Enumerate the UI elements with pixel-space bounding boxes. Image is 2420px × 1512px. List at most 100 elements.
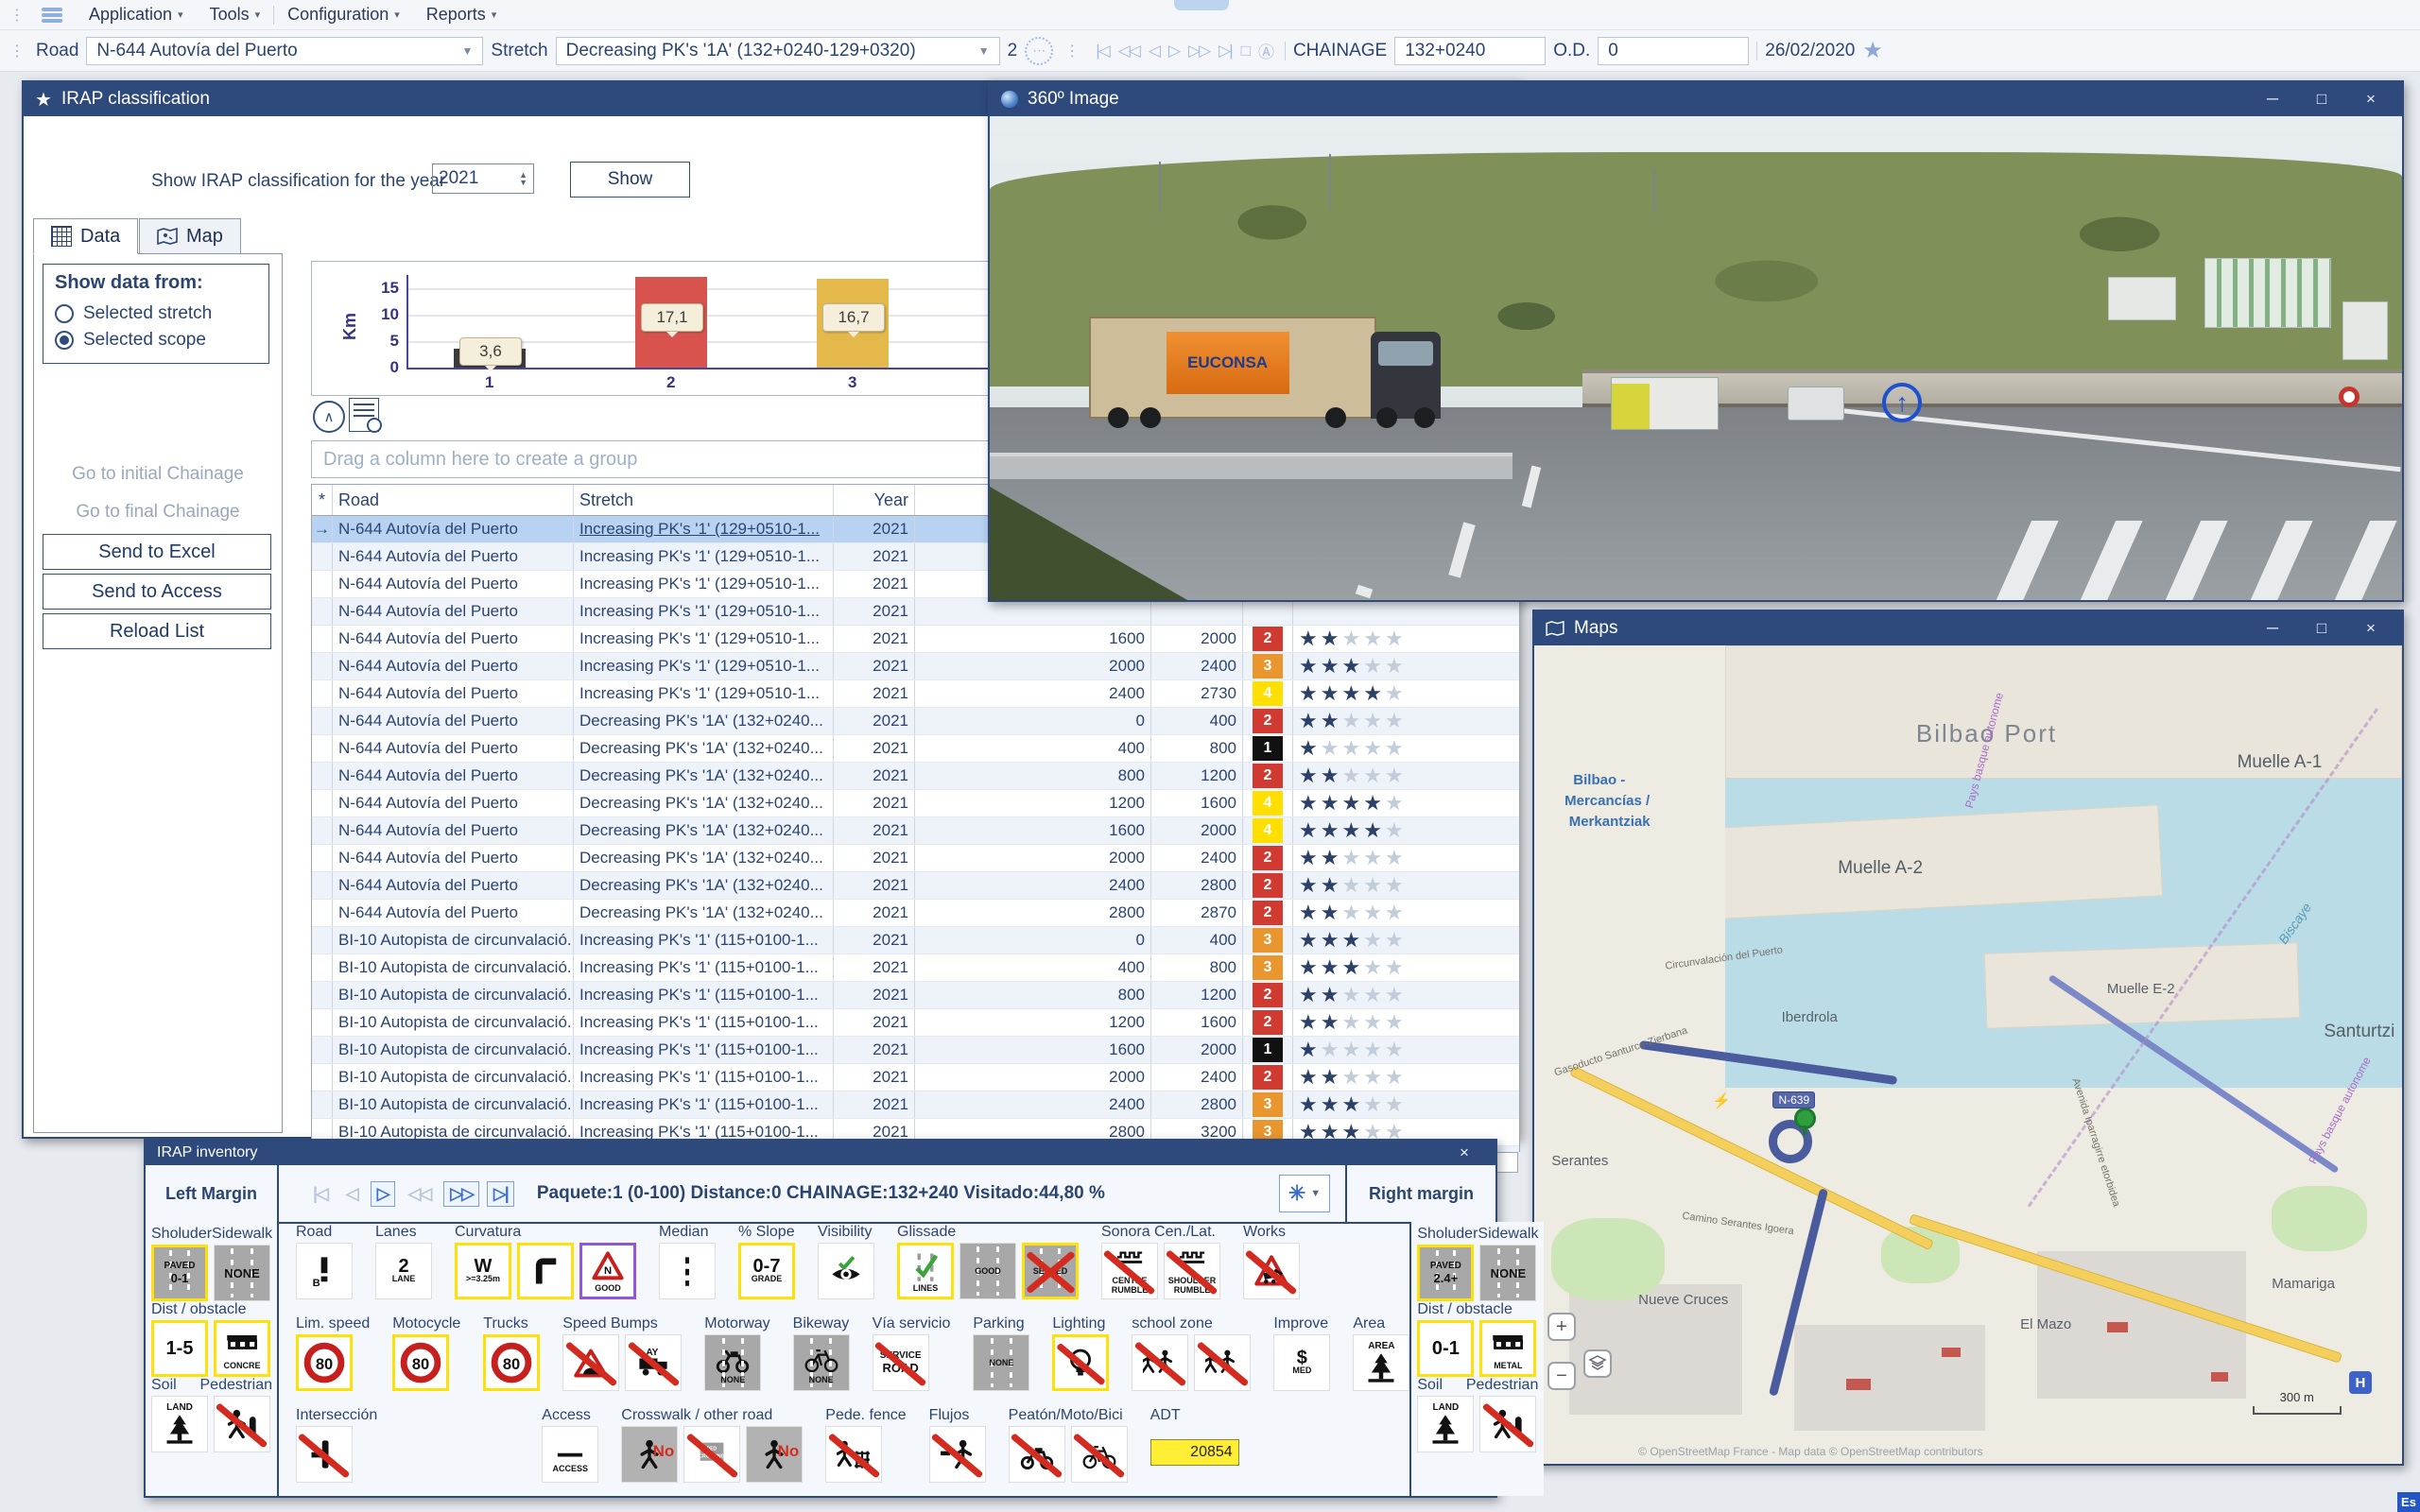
menu-item-tools[interactable]: Tools▾ bbox=[197, 5, 274, 25]
reload-list-button[interactable]: Reload List bbox=[43, 613, 271, 649]
inventory-tile-turn[interactable] bbox=[517, 1243, 574, 1299]
inventory-tile-road[interactable]: GOOD bbox=[959, 1243, 1016, 1299]
inventory-tile-pedfence[interactable] bbox=[825, 1426, 882, 1483]
table-row[interactable]: N-644 Autovía del PuertoDecreasing PK's … bbox=[312, 845, 1519, 872]
column-header-marker[interactable]: * bbox=[312, 485, 333, 515]
inventory-tile-pedg[interactable]: No bbox=[621, 1426, 678, 1483]
close-button[interactable]: × bbox=[2351, 90, 2391, 109]
favorite-star-icon[interactable]: ★ bbox=[1862, 37, 1883, 64]
menu-item-reports[interactable]: Reports▾ bbox=[413, 5, 510, 25]
tab-data[interactable]: Data bbox=[33, 218, 138, 254]
toolbar-nav-icon[interactable]: ▷▷ bbox=[1184, 42, 1214, 60]
table-row[interactable]: BI-10 Autopista de circunvalació...Incre… bbox=[312, 1064, 1519, 1091]
table-row[interactable]: N-644 Autovía del PuertoDecreasing PK's … bbox=[312, 735, 1519, 763]
minimize-button[interactable]: ─ bbox=[2253, 90, 2292, 109]
minimize-button[interactable]: ─ bbox=[2253, 619, 2292, 638]
toolbar-nav-icon[interactable]: ◁◁ bbox=[1114, 42, 1144, 60]
spinner-arrows-icon[interactable]: ▲▼ bbox=[519, 171, 527, 186]
inventory-tile-barrier[interactable]: CONCRE bbox=[214, 1320, 270, 1377]
zoom-out-button[interactable]: − bbox=[1547, 1362, 1576, 1390]
stretch-select[interactable]: Decreasing PK's '1A' (132+0240-129+0320)… bbox=[556, 37, 1000, 65]
top-center-tab[interactable] bbox=[1174, 0, 1229, 10]
layers-button[interactable] bbox=[1583, 1349, 1612, 1378]
inventory-nav-icon[interactable]: ▷ bbox=[371, 1181, 395, 1207]
inventory-tile-2[interactable]: 2LANE bbox=[375, 1243, 432, 1299]
inventory-tile-roadx[interactable]: SEALED bbox=[1022, 1243, 1079, 1299]
table-row[interactable]: N-644 Autovía del PuertoDecreasing PK's … bbox=[312, 872, 1519, 900]
table-row[interactable]: N-644 Autovía del PuertoDecreasing PK's … bbox=[312, 817, 1519, 845]
tab-map[interactable]: Map bbox=[139, 218, 241, 254]
inventory-tile-intersect[interactable] bbox=[296, 1426, 353, 1483]
inventory-tile-barrier[interactable]: METAL bbox=[1479, 1320, 1536, 1377]
menu-item-application[interactable]: Application▾ bbox=[76, 5, 197, 25]
inventory-tile-0-7[interactable]: 0-7GRADE bbox=[738, 1243, 795, 1299]
column-header[interactable]: Year bbox=[834, 485, 915, 515]
table-row[interactable]: N-644 Autovía del PuertoDecreasing PK's … bbox=[312, 900, 1519, 927]
inventory-tile-bike2[interactable]: NONE bbox=[793, 1334, 850, 1391]
inventory-tile-road[interactable]: SERVICEROAD bbox=[873, 1334, 929, 1391]
send-to-access-button[interactable]: Send to Access bbox=[43, 574, 271, 610]
table-row[interactable]: N-644 Autovía del PuertoIncreasing PK's … bbox=[312, 626, 1519, 653]
table-row[interactable]: N-644 Autovía del PuertoDecreasing PK's … bbox=[312, 763, 1519, 790]
inventory-tile-median[interactable] bbox=[659, 1243, 716, 1299]
inventory-tile-lines[interactable]: LINES bbox=[897, 1243, 954, 1299]
adt-input[interactable]: 20854 bbox=[1150, 1439, 1239, 1466]
inventory-tile-warnN[interactable]: NGOOD bbox=[579, 1243, 636, 1299]
radio-selected-scope[interactable]: Selected scope bbox=[55, 330, 268, 351]
close-button[interactable]: × bbox=[2351, 619, 2391, 638]
inventory-tile-road[interactable]: PAVED0-1 bbox=[151, 1245, 208, 1301]
inventory-tile-tree[interactable]: LAND bbox=[151, 1396, 208, 1452]
send-to-excel-button[interactable]: Send to Excel bbox=[43, 534, 271, 570]
table-row[interactable]: N-644 Autovía del PuertoDecreasing PK's … bbox=[312, 708, 1519, 735]
inventory-tile-s80[interactable]: 80 bbox=[392, 1334, 449, 1391]
radio-selected-stretch[interactable]: Selected stretch bbox=[55, 303, 268, 324]
inventory-tile-$[interactable]: $MED bbox=[1273, 1334, 1330, 1391]
toolbar-nav-icon[interactable]: ▷| bbox=[1214, 42, 1236, 60]
window-titlebar[interactable]: 360º Image ─ □ × bbox=[990, 82, 2402, 116]
inventory-tile-roadB[interactable]: B bbox=[296, 1243, 353, 1299]
go-initial-chainage-link[interactable]: Go to initial Chainage bbox=[34, 464, 282, 485]
inventory-tile-rumble[interactable]: CENTRE RUMBLE bbox=[1101, 1243, 1158, 1299]
table-row[interactable]: N-644 Autovía del PuertoIncreasing PK's … bbox=[312, 680, 1519, 708]
inventory-nav-icon[interactable]: ▷▷ bbox=[443, 1181, 479, 1207]
inventory-tile-truck[interactable]: AY bbox=[625, 1334, 682, 1391]
year-spinner[interactable]: 2021 ▲▼ bbox=[432, 163, 534, 194]
zoom-in-button[interactable]: + bbox=[1547, 1313, 1576, 1341]
chainage-input[interactable]: 132+0240 bbox=[1394, 37, 1546, 65]
inventory-tile-motob[interactable]: NONE bbox=[704, 1334, 761, 1391]
inventory-tile-school[interactable] bbox=[1194, 1334, 1251, 1391]
inventory-tile-road[interactable]: PAVED2.4+ bbox=[1417, 1245, 1474, 1301]
table-row[interactable]: BI-10 Autopista de circunvalació...Incre… bbox=[312, 1091, 1519, 1119]
inventory-tile-0-1[interactable]: 0-1 bbox=[1417, 1320, 1474, 1377]
maximize-button[interactable]: □ bbox=[2302, 90, 2342, 109]
table-row[interactable]: BI-10 Autopista de circunvalació...Incre… bbox=[312, 1009, 1519, 1037]
go-final-chainage-link[interactable]: Go to final Chainage bbox=[34, 502, 282, 523]
window-titlebar[interactable]: IRAP inventory × bbox=[146, 1141, 1495, 1165]
inventory-tile-access[interactable]: ACCESS bbox=[542, 1426, 598, 1483]
road-select[interactable]: N-644 Autovía del Puerto▼ bbox=[86, 37, 483, 65]
toolbar-nav-icon[interactable]: ▷ bbox=[1164, 42, 1184, 60]
table-row[interactable]: N-644 Autovía del PuertoDecreasing PK's … bbox=[312, 790, 1519, 817]
show-button[interactable]: Show bbox=[570, 162, 690, 198]
inventory-tile-rumble[interactable]: SHOULDER RUMBLE bbox=[1164, 1243, 1220, 1299]
inventory-tile-school[interactable] bbox=[1132, 1334, 1188, 1391]
inventory-tile-s80[interactable]: 80 bbox=[483, 1334, 540, 1391]
inventory-nav-icon[interactable]: ▷| bbox=[487, 1181, 514, 1207]
inventory-tile-bump[interactable] bbox=[562, 1334, 619, 1391]
inventory-tile-road[interactable]: NONE bbox=[214, 1245, 270, 1301]
inventory-nav-icon[interactable]: ◁◁ bbox=[403, 1182, 437, 1206]
close-button[interactable]: × bbox=[1444, 1143, 1484, 1162]
table-row[interactable]: BI-10 Autopista de circunvalació...Incre… bbox=[312, 927, 1519, 954]
table-row[interactable]: N-644 Autovía del PuertoIncreasing PK's … bbox=[312, 653, 1519, 680]
navigation-arrow-icon[interactable]: ↑ bbox=[1882, 383, 1922, 422]
inventory-tile-pedsign[interactable]: PEDCROSSING bbox=[683, 1426, 740, 1483]
inventory-tile-bulb[interactable] bbox=[1052, 1334, 1109, 1391]
inventory-tile-pedg[interactable]: No bbox=[746, 1426, 803, 1483]
map-canvas[interactable]: ⚡ Bilbao PortMuelle A-1Muelle A-2Bilbao … bbox=[1534, 645, 2402, 1464]
collapse-chart-button[interactable]: ∧ bbox=[313, 401, 345, 433]
inventory-tile-road[interactable]: NONE bbox=[1479, 1245, 1536, 1301]
menu-item-configuration[interactable]: Configuration▾ bbox=[274, 5, 413, 25]
maximize-button[interactable]: □ bbox=[2302, 619, 2342, 638]
inventory-settings-button[interactable]: ✳▼ bbox=[1279, 1175, 1330, 1212]
table-row[interactable]: N-644 Autovía del PuertoIncreasing PK's … bbox=[312, 598, 1519, 626]
